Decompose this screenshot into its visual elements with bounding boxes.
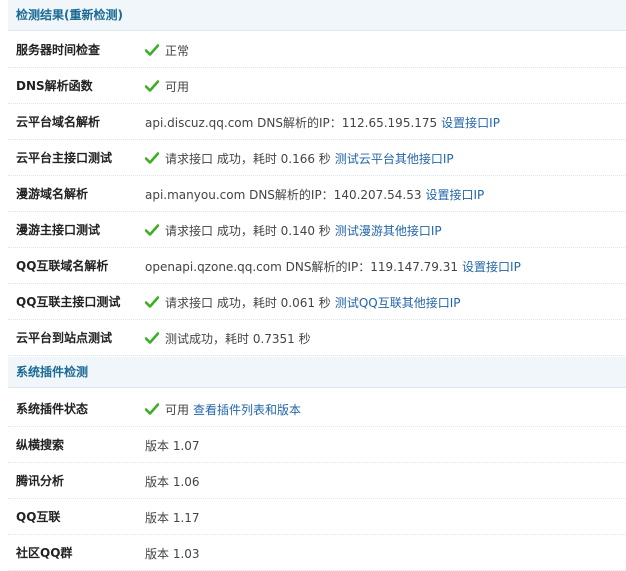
row-value-text: api.discuz.qq.com DNS解析的IP：112.65.195.17… bbox=[145, 115, 438, 130]
row-label: 社区QQ群 bbox=[16, 546, 73, 560]
section-header-results: 检测结果(重新检测) bbox=[8, 0, 626, 31]
result-row: QQ互联域名解析 openapi.qzone.qq.com DNS解析的IP：11… bbox=[8, 248, 626, 284]
result-row: 漫游主接口测试 请求接口 成功，耗时 0.140 秒测试漫游其他接口IP bbox=[8, 212, 626, 248]
row-action-link[interactable]: 设置接口IP bbox=[441, 114, 500, 131]
row-value: 可用 bbox=[145, 68, 189, 104]
row-label: 云平台主接口测试 bbox=[16, 151, 113, 165]
row-value: 请求接口 成功，耗时 0.140 秒测试漫游其他接口IP bbox=[145, 212, 442, 248]
row-value-text: 版本 1.07 bbox=[145, 438, 200, 453]
result-row: 漫游域名解析 api.manyou.com DNS解析的IP：140.207.54… bbox=[8, 176, 626, 212]
row-action-link[interactable]: 查看插件列表和版本 bbox=[193, 401, 301, 418]
row-value: 版本 1.17 bbox=[145, 499, 200, 535]
row-label: 漫游主接口测试 bbox=[16, 223, 101, 237]
row-value: 可用 查看插件列表和版本 bbox=[145, 391, 301, 427]
row-value: 请求接口 成功，耗时 0.061 秒测试QQ互联其他接口IP bbox=[145, 284, 460, 320]
row-action-link[interactable]: 测试QQ互联其他接口IP bbox=[335, 294, 461, 311]
row-value-text: api.manyou.com DNS解析的IP：140.207.54.53 bbox=[145, 187, 422, 202]
section-header-plugins: 系统插件检测 bbox=[8, 357, 626, 388]
row-value-text: 请求接口 成功，耗时 0.140 秒 bbox=[165, 223, 331, 238]
row-label: 云平台到站点测试 bbox=[16, 331, 113, 345]
row-value: 正常 bbox=[145, 32, 189, 68]
row-value: 版本 1.06 bbox=[145, 463, 200, 499]
row-action-link[interactable]: 测试云平台其他接口IP bbox=[335, 150, 454, 167]
row-value: 版本 1.03 bbox=[145, 535, 200, 571]
row-value-text: 版本 1.17 bbox=[145, 510, 200, 525]
row-value-text: 测试成功，耗时 0.7351 秒 bbox=[165, 331, 311, 346]
row-value: 请求接口 成功，耗时 0.166 秒测试云平台其他接口IP bbox=[145, 140, 454, 176]
check-icon bbox=[145, 224, 159, 236]
section-title-results[interactable]: 检测结果(重新检测) bbox=[16, 8, 123, 22]
result-row: 系统插件状态 可用 查看插件列表和版本 bbox=[8, 391, 626, 427]
result-row: QQ互联 版本 1.17 bbox=[8, 499, 626, 535]
result-row: QQ互联主接口测试 请求接口 成功，耗时 0.061 秒测试QQ互联其他接口IP bbox=[8, 284, 626, 320]
row-label: 系统插件状态 bbox=[16, 402, 89, 416]
result-row: DNS解析函数 可用 bbox=[8, 68, 626, 104]
row-label: QQ互联 bbox=[16, 510, 61, 524]
row-label: 纵横搜索 bbox=[16, 438, 65, 452]
row-value-text: 版本 1.03 bbox=[145, 546, 200, 561]
row-label: 腾讯分析 bbox=[16, 474, 65, 488]
check-icon bbox=[145, 44, 159, 56]
row-action-link[interactable]: 设置接口IP bbox=[425, 186, 484, 203]
row-action-link[interactable]: 测试漫游其他接口IP bbox=[335, 222, 442, 239]
row-label: QQ互联域名解析 bbox=[16, 259, 109, 273]
row-value: api.discuz.qq.com DNS解析的IP：112.65.195.17… bbox=[145, 104, 500, 140]
row-value-text: 请求接口 成功，耗时 0.166 秒 bbox=[165, 151, 331, 166]
result-row: 云平台到站点测试 测试成功，耗时 0.7351 秒 bbox=[8, 320, 626, 356]
row-label: DNS解析函数 bbox=[16, 79, 93, 93]
row-value-text: 正常 bbox=[165, 43, 190, 58]
row-value: api.manyou.com DNS解析的IP：140.207.54.53 设置接… bbox=[145, 176, 484, 212]
row-label: 服务器时间检查 bbox=[16, 43, 101, 57]
check-icon bbox=[145, 332, 159, 344]
row-value-text: 可用 bbox=[165, 79, 190, 94]
check-icon bbox=[145, 403, 159, 415]
row-value-text: 版本 1.06 bbox=[145, 474, 200, 489]
check-icon bbox=[145, 296, 159, 308]
row-value-text: openapi.qzone.qq.com DNS解析的IP：119.147.79… bbox=[145, 259, 459, 274]
row-label: QQ互联主接口测试 bbox=[16, 295, 121, 309]
row-value-text: 请求接口 成功，耗时 0.061 秒 bbox=[165, 295, 331, 310]
row-value: openapi.qzone.qq.com DNS解析的IP：119.147.79… bbox=[145, 248, 521, 284]
row-value: 版本 1.07 bbox=[145, 427, 200, 463]
check-icon bbox=[145, 152, 159, 164]
row-value: 测试成功，耗时 0.7351 秒 bbox=[145, 320, 311, 356]
row-label: 漫游域名解析 bbox=[16, 187, 89, 201]
result-row: 云平台主接口测试 请求接口 成功，耗时 0.166 秒测试云平台其他接口IP bbox=[8, 140, 626, 176]
result-row: 纵横搜索 版本 1.07 bbox=[8, 427, 626, 463]
result-row: 社区QQ群 版本 1.03 bbox=[8, 535, 626, 571]
section-title-plugins: 系统插件检测 bbox=[16, 365, 89, 379]
check-icon bbox=[145, 80, 159, 92]
row-label: 云平台域名解析 bbox=[16, 115, 101, 129]
row-action-link[interactable]: 设置接口IP bbox=[462, 258, 521, 275]
result-row: 腾讯分析 版本 1.06 bbox=[8, 463, 626, 499]
cloud-diagnostics-panel: 检测结果(重新检测) 服务器时间检查 正常 DNS解析函数 可用 云平台域名解析 api.… bbox=[0, 0, 626, 571]
result-row: 云平台域名解析 api.discuz.qq.com DNS解析的IP：112.65… bbox=[8, 104, 626, 140]
row-value-text: 可用 bbox=[165, 402, 190, 417]
result-row: 服务器时间检查 正常 bbox=[8, 32, 626, 68]
